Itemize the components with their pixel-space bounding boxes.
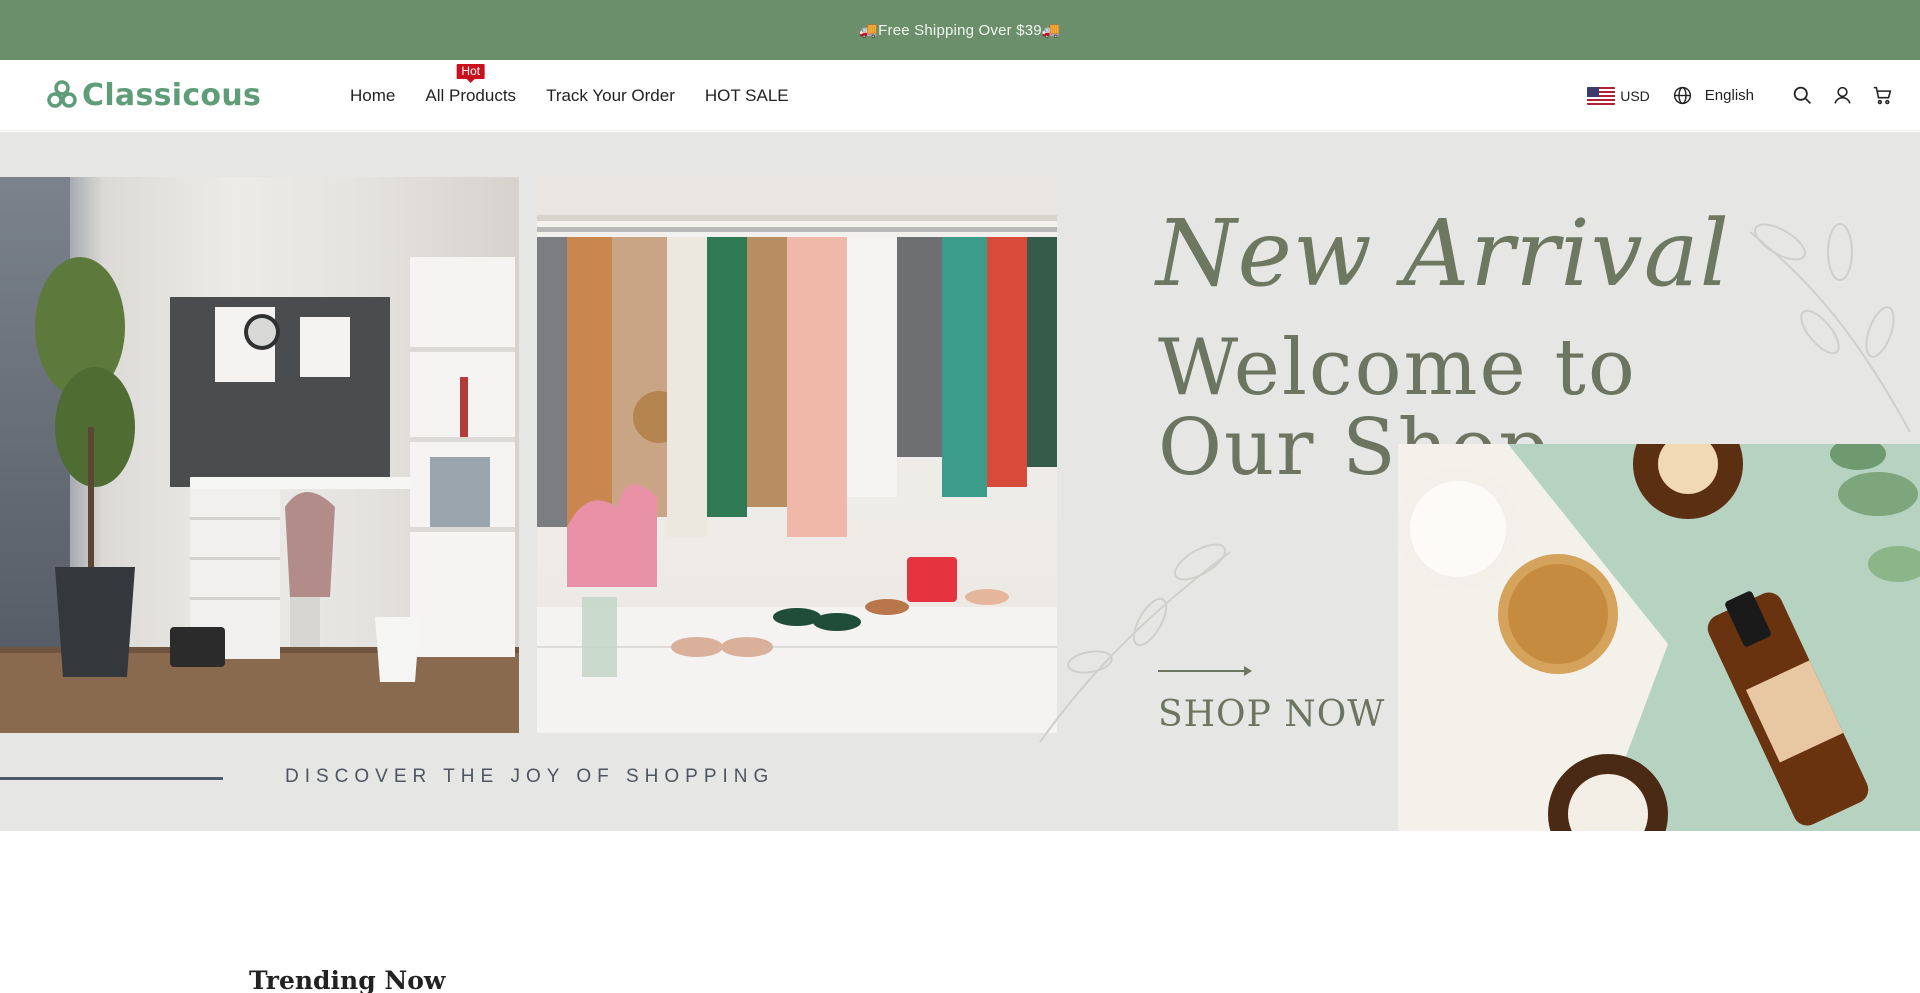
hero-divider-line <box>0 777 223 780</box>
cart-icon <box>1873 86 1891 105</box>
logo-icon <box>47 80 77 108</box>
hero-script-text: New Arrival <box>1156 200 1731 307</box>
account-button[interactable] <box>1830 84 1854 108</box>
hero-closet-image <box>537 177 1057 733</box>
announcement-text: 🚚Free Shipping Over $39🚚 <box>859 22 1061 39</box>
flag-us-icon <box>1587 86 1616 105</box>
hero-tagline: DISCOVER THE JOY OF SHOPPING <box>285 766 775 787</box>
announcement-bar: 🚚Free Shipping Over $39🚚 <box>0 0 1920 60</box>
currency-selector[interactable]: USD <box>1587 86 1650 105</box>
search-button[interactable] <box>1790 84 1814 108</box>
nav-all-products[interactable]: Hot All Products <box>425 63 517 106</box>
cart-button[interactable] <box>1870 84 1894 108</box>
arrow-right-icon <box>1158 666 1252 676</box>
main-nav: Home Hot All Products Track Your Order H… <box>350 60 789 131</box>
logo-text: Classicous <box>82 77 262 113</box>
hero-office-image <box>0 177 519 733</box>
language-selector[interactable]: English <box>1672 85 1754 106</box>
language-label: English <box>1704 87 1754 104</box>
nav-all-products-label: All Products <box>425 85 517 105</box>
hero-banner[interactable]: New Arrival Welcome to Our Shop SHOP NOW… <box>0 132 1920 831</box>
hero-cosmetics-image <box>1398 444 1920 831</box>
account-icon <box>1833 86 1851 104</box>
currency-label: USD <box>1620 87 1650 104</box>
logo[interactable]: Classicous <box>46 76 261 114</box>
nav-hot-sale[interactable]: HOT SALE <box>705 86 789 106</box>
globe-icon <box>1673 86 1691 105</box>
header-actions: USD English <box>1587 60 1894 131</box>
site-header: Classicous Home Hot All Products Track Y… <box>0 60 1920 131</box>
shop-now-link[interactable]: SHOP NOW <box>1158 694 1385 735</box>
search-icon <box>1793 86 1811 104</box>
nav-track-order[interactable]: Track Your Order <box>546 86 675 106</box>
nav-home[interactable]: Home <box>350 86 395 106</box>
section-title-trending: Trending Now <box>249 966 446 993</box>
hot-badge: Hot <box>456 63 486 83</box>
